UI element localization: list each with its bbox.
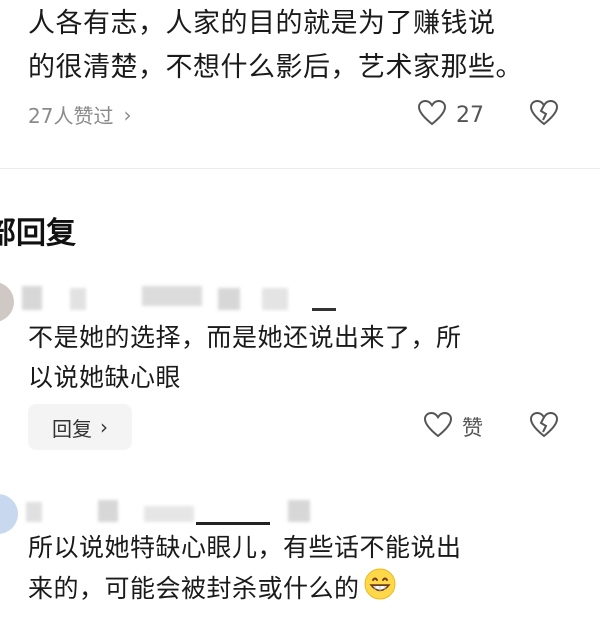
divider (0, 168, 600, 169)
heart-outline-icon (417, 99, 447, 130)
reply-text: 所以说她特缺心眼儿，有些话不能说出 来的，可能会被封杀或什么的 (28, 528, 588, 612)
reply-button-label: 回复 (52, 416, 92, 441)
like-count: 27 (456, 102, 484, 128)
chevron-right-icon: › (100, 415, 108, 439)
blurred-name-segment (144, 506, 194, 522)
dislike-button[interactable] (529, 99, 559, 130)
comment-text-line-1: 人各有志，人家的目的就是为了赚钱说 (28, 8, 496, 39)
reply-text: 不是她的选择，而是她还说出来了，所 以说她缺心眼 (28, 318, 588, 398)
avatar[interactable] (0, 282, 14, 322)
name-underline (196, 522, 270, 525)
reply-text-line-2-text: 来的，可能会被封杀或什么的 (28, 574, 360, 603)
blurred-name-segment (98, 500, 118, 522)
blurred-name-segment (26, 502, 42, 522)
reply-dislike-button[interactable] (529, 411, 559, 442)
reply-text-line-2: 以说她缺心眼 (28, 363, 182, 392)
reply-author-name-blurred[interactable] (26, 496, 326, 526)
comment-text-line-2: 的很清楚，不想什么影后，艺术家那些。 (28, 52, 523, 83)
avatar[interactable] (0, 494, 18, 534)
comment-text: 人各有志，人家的目的就是为了赚钱说 的很清楚，不想什么影后，艺术家那些。 (28, 2, 588, 90)
like-button[interactable]: 27 (417, 99, 484, 130)
reply-author-name-blurred[interactable] (22, 286, 336, 312)
blurred-name-segment (70, 288, 86, 310)
replies-section-title: 部回复 (0, 216, 76, 251)
chevron-right-icon: › (123, 102, 132, 127)
blurred-name-segment (142, 286, 202, 306)
reply-like-button[interactable]: 赞 (423, 411, 483, 442)
reply-text-line-1: 所以说她特缺心眼儿，有些话不能说出 (28, 533, 462, 562)
blurred-name-segment (262, 288, 288, 310)
blurred-name-segment (218, 288, 240, 310)
reply-text-line-1: 不是她的选择，而是她还说出来了，所 (28, 323, 462, 352)
broken-heart-outline-icon (529, 411, 559, 442)
broken-heart-outline-icon (529, 99, 559, 130)
likers-count-text: 27人赞过 (28, 104, 114, 128)
likers-link[interactable]: 27人赞过 › (28, 100, 131, 129)
heart-outline-icon (423, 411, 453, 442)
blurred-name-segment (22, 286, 42, 310)
reply-text-line-2: 来的，可能会被封杀或什么的 (28, 568, 588, 612)
name-underline (312, 308, 336, 311)
like-label: 赞 (462, 416, 483, 440)
reply-button[interactable]: 回复 › (28, 404, 132, 450)
blurred-name-segment (288, 500, 310, 522)
grinning-face-emoji-icon (364, 568, 396, 612)
